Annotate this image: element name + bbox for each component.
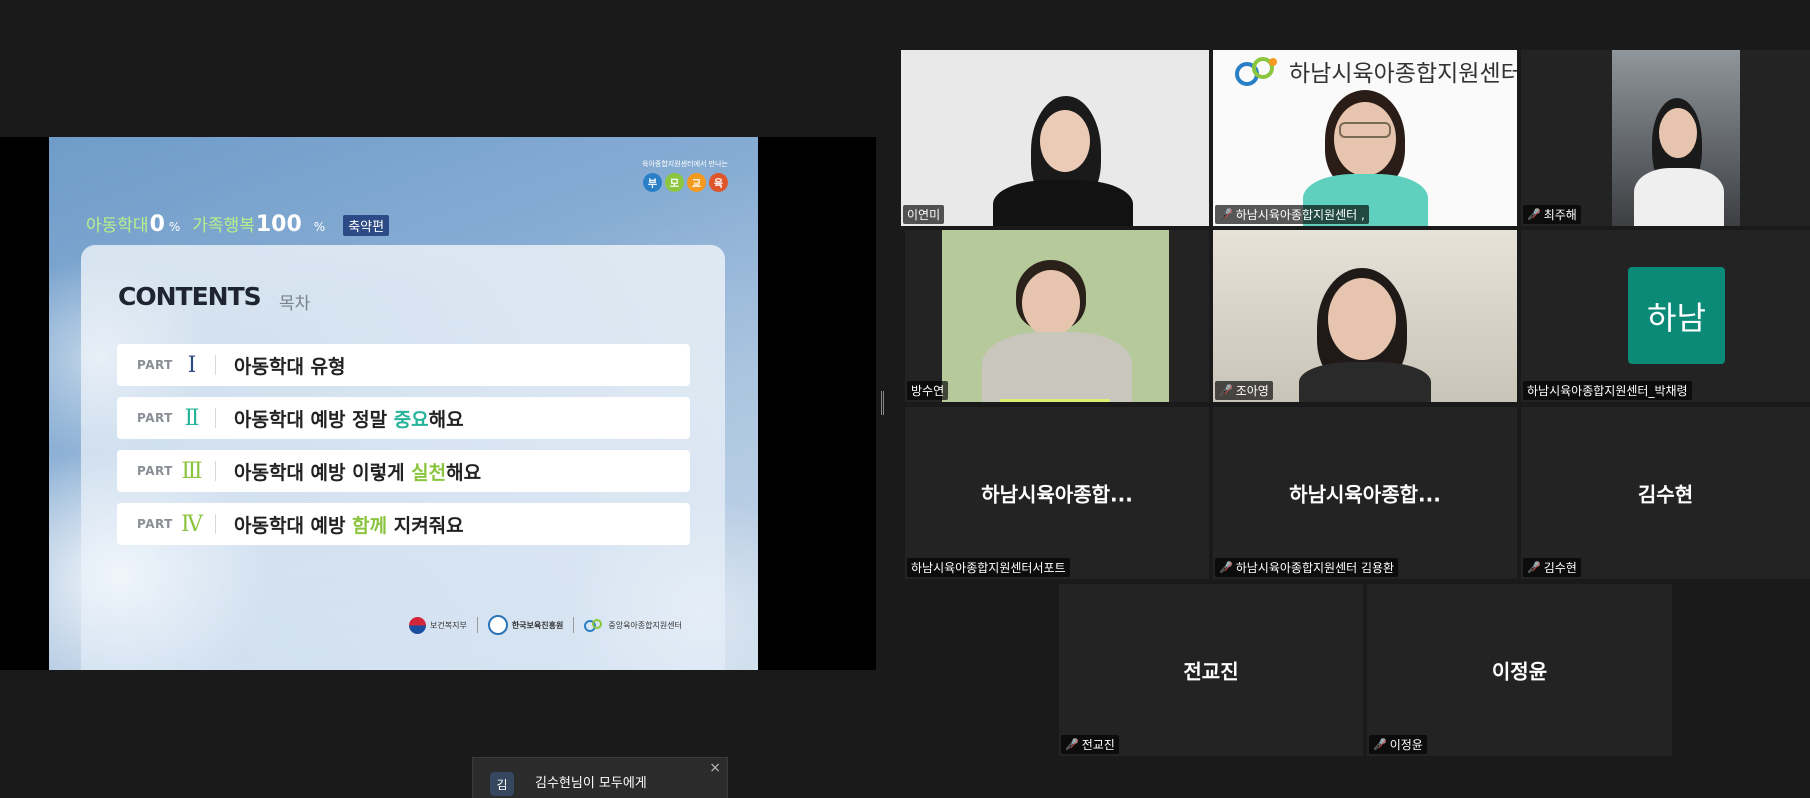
mic-muted-icon: 🎤̸	[1219, 561, 1233, 574]
participant-video	[1612, 50, 1740, 226]
headline-pct1: %	[168, 220, 181, 234]
background-banner-text: 하남시육아종합지원센터	[1289, 61, 1517, 87]
mic-muted-icon: 🎤̸	[1527, 561, 1541, 574]
center-symbol-icon	[584, 619, 603, 632]
participant-video	[901, 50, 1209, 226]
participant-video	[942, 230, 1169, 402]
mic-muted-icon: 🎤̸	[1527, 208, 1541, 221]
participant-tile[interactable]: 김수현 🎤̸ 김수현	[1521, 407, 1810, 579]
participant-tile[interactable]: 전교진 🎤̸ 전교진	[1059, 584, 1363, 756]
participant-tile[interactable]: 하남시육아종합... 🎤̸ 하남시육아종합지원센터 김용환	[1213, 407, 1517, 579]
chat-message: 김수현님이 모두에게	[535, 776, 647, 791]
participant-name: 🎤̸ 최주해	[1523, 205, 1581, 224]
contents-panel: CONTENTS 목차 PART Ⅰ 아동학대 유형 PART Ⅱ 아동학대 예…	[81, 245, 725, 670]
participant-video: 하남시육아종합지원센터	[1213, 50, 1517, 226]
hanam-center-logo-icon	[1235, 57, 1277, 86]
chat-sender-avatar: 김	[490, 772, 514, 796]
mic-muted-icon: 🎤̸	[1065, 738, 1079, 751]
participant-name: 🎤̸ 하남시육아종합지원센터 ,	[1215, 205, 1369, 224]
slide-headline: 아동학대 0 % 가족행복 100 % 축약편	[86, 211, 390, 237]
contents-item-1: PART Ⅰ 아동학대 유형	[117, 344, 690, 386]
footer-logos: 보건복지부 한국보육진흥원 중앙육아종합지원센터	[409, 615, 682, 635]
participant-name: 🎤̸ 하남시육아종합지원센터 김용환	[1215, 558, 1399, 577]
part-number: Ⅳ	[181, 511, 203, 537]
contents-title: CONTENTS	[118, 282, 262, 311]
contents-item-3: PART Ⅲ 아동학대 예방 이렇게 실천해요	[117, 450, 690, 492]
chat-notification[interactable]: 김 김수현님이 모두에게 ×	[472, 757, 728, 798]
shared-screen[interactable]: 육아종합지원센터에서 만나는 부 모 교 육 아동학대 0 % 가족행복 100…	[0, 137, 876, 670]
participant-name: 방수연	[907, 381, 949, 400]
parent-education-logo: 육아종합지원센터에서 만나는 부 모 교 육	[642, 159, 728, 192]
participant-name: 🎤̸ 김수현	[1523, 558, 1581, 577]
participant-avatar: 하남	[1628, 267, 1725, 364]
presentation-slide: 육아종합지원센터에서 만나는 부 모 교 육 아동학대 0 % 가족행복 100…	[49, 137, 758, 670]
mic-muted-icon: 🎤̸	[1219, 208, 1233, 221]
org-ministry: 보건복지부	[430, 620, 467, 630]
headline-part2: 가족행복	[192, 216, 255, 236]
participant-display-name: 하남시육아종합...	[981, 482, 1133, 507]
brand-char-1: 부	[643, 173, 662, 192]
participant-name: 🎤̸ 전교진	[1061, 735, 1119, 754]
kcpi-emblem-icon	[487, 615, 508, 635]
mic-muted-icon: 🎤̸	[1219, 384, 1233, 397]
brand-char-3: 교	[687, 173, 706, 192]
part-number: Ⅰ	[187, 352, 197, 378]
part-label: PART	[137, 464, 173, 478]
part-number: Ⅲ	[181, 458, 203, 484]
participant-name: 🎤̸ 조아영	[1215, 381, 1273, 400]
brand-char-4: 육	[709, 173, 728, 192]
participant-display-name: 이정윤	[1491, 659, 1548, 684]
participant-name: 🎤̸ 이정윤	[1369, 735, 1427, 754]
part-label: PART	[137, 411, 173, 425]
participant-display-name: 하남시육아종합...	[1289, 482, 1441, 507]
participant-tile[interactable]: 하남시육아종합... 하남시육아종합지원센터서포트	[905, 407, 1209, 579]
ministry-emblem-icon	[409, 616, 426, 634]
participant-tile[interactable]: 🎤̸ 조아영	[1213, 230, 1517, 402]
mic-muted-icon: 🎤̸	[1373, 738, 1387, 751]
contents-item-2: PART Ⅱ 아동학대 예방 정말 중요해요	[117, 397, 690, 439]
headline-pct2: %	[313, 220, 326, 234]
participant-tile[interactable]: 방수연	[905, 230, 1209, 402]
part-label: PART	[137, 358, 173, 372]
participant-name: 하남시육아종합지원센터서포트	[907, 558, 1070, 577]
participant-name: 하남시육아종합지원센터_박채령	[1523, 381, 1692, 400]
brand-char-2: 모	[665, 173, 684, 192]
org-kcpi: 한국보육진흥원	[511, 620, 564, 630]
contents-item-4: PART Ⅳ 아동학대 예방 함께 지켜줘요	[117, 503, 690, 545]
headline-num2: 100	[255, 212, 302, 237]
participant-tile[interactable]: 이정윤 🎤̸ 이정윤	[1367, 584, 1672, 756]
speaking-indicator	[1000, 399, 1110, 402]
org-central-center: 중앙육아종합지원센터	[608, 620, 682, 630]
part-title: 아동학대 예방 정말 중요해요	[234, 408, 464, 431]
headline-part1: 아동학대	[86, 216, 149, 236]
participant-name: 이연미	[903, 205, 945, 224]
close-icon[interactable]: ×	[709, 760, 721, 776]
headline-num1: 0	[149, 212, 165, 237]
participant-tile[interactable]: 🎤̸ 최주해	[1521, 50, 1810, 226]
part-label: PART	[137, 517, 173, 531]
participant-tile[interactable]: 하남시육아종합지원센터 🎤̸ 하남시육아종합지원센터 ,	[1213, 50, 1517, 226]
resize-handle[interactable]	[881, 391, 884, 415]
part-title: 아동학대 유형	[234, 355, 346, 378]
participant-video	[1213, 230, 1517, 402]
participant-tile[interactable]: 하남 하남시육아종합지원센터_박채령	[1521, 230, 1810, 402]
headline-tag: 축약편	[343, 215, 390, 236]
part-title: 아동학대 예방 이렇게 실천해요	[234, 461, 482, 484]
meeting-window: 육아종합지원센터에서 만나는 부 모 교 육 아동학대 0 % 가족행복 100…	[0, 0, 1810, 798]
part-title: 아동학대 예방 함께 지켜줘요	[234, 514, 464, 537]
brand-tagline: 육아종합지원센터에서 만나는	[642, 160, 728, 168]
part-number: Ⅱ	[184, 405, 200, 431]
participant-display-name: 전교진	[1183, 659, 1239, 684]
participant-tile[interactable]: 이연미	[901, 50, 1209, 226]
participant-display-name: 김수현	[1637, 482, 1694, 507]
contents-subtitle: 목차	[279, 294, 311, 314]
